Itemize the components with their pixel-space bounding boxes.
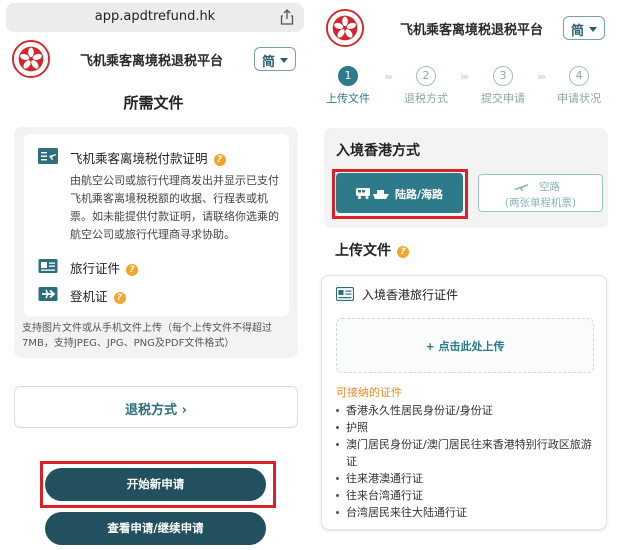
- boarding-pass-icon: [38, 287, 58, 301]
- chevron-double-icon: ›››: [537, 70, 546, 83]
- refund-method-link[interactable]: 退税方式 ›: [14, 386, 298, 428]
- step-number: 4: [569, 66, 589, 86]
- step-number: 1: [338, 66, 358, 86]
- step-submit: 3 提交申请: [473, 66, 533, 106]
- caret-down-icon: [589, 27, 597, 32]
- required-docs-title: 所需文件: [123, 94, 184, 112]
- step-number: 2: [416, 66, 436, 86]
- doc-label: 飞机乘客离境税付款证明?: [70, 148, 226, 167]
- step-upload: 1 上传文件: [318, 66, 378, 106]
- chevron-double-icon: ›››: [460, 70, 469, 83]
- left-screen: app.apdtrefund.hk 飞机乘客离境税退税平台 简 所需文件 飞机乘…: [0, 0, 307, 550]
- upload-support-note: 支持图片文件或从手机文件上传（每个上传文件不得超过7MB，支持JPEG、JPG、…: [22, 323, 272, 349]
- help-icon[interactable]: ?: [397, 246, 409, 258]
- air-button[interactable]: 空路 (两张单程机票): [478, 174, 603, 212]
- chevron-double-icon: ›››: [384, 70, 393, 83]
- docs-list: 飞机乘客离境税付款证明? 由航空公司或旅行代理商发出并显示已支付飞机乘客离境税税…: [24, 134, 289, 316]
- required-docs-box: 飞机乘客离境税付款证明? 由航空公司或旅行代理商发出并显示已支付飞机乘客离境税税…: [14, 127, 298, 358]
- land-sea-button[interactable]: 陆路/海路: [336, 173, 463, 213]
- progress-stepper: 1 上传文件 ››› 2 退税方式 ››› 3 提交申请 ››› 4 申请状况: [314, 66, 620, 110]
- accepted-docs-list: 香港永久性居民身份证/身份证 护照 澳门居民身份证/澳门居民往来香港特别行政区旅…: [336, 402, 598, 521]
- upload-title: 上传文件?: [335, 240, 409, 260]
- list-item: 澳门居民身份证/澳门居民往来香港特别行政区旅游证: [336, 436, 598, 470]
- address-bar[interactable]: app.apdtrefund.hk: [6, 3, 304, 32]
- air-label: 空路: [539, 181, 560, 193]
- list-item: 台湾居民来往大陆通行证: [336, 504, 598, 521]
- list-item: 往来港澳通行证: [336, 470, 598, 487]
- entry-method-box: 入境香港方式 陆路/海路 空路 (两张单程机票): [324, 128, 608, 228]
- app-header: 飞机乘客离境税退税平台 简: [0, 37, 307, 83]
- air-sublabel: (两张单程机票): [504, 197, 577, 209]
- entry-method-title: 入境香港方式: [336, 143, 420, 159]
- help-icon[interactable]: ?: [126, 264, 139, 276]
- receipt-plane-icon: [38, 148, 58, 164]
- app-title: 飞机乘客离境税退税平台: [80, 54, 224, 69]
- hk-emblem-icon: [326, 9, 364, 47]
- upload-card-title: 入境香港旅行证件: [362, 288, 459, 302]
- land-sea-label: 陆路/海路: [395, 188, 444, 201]
- chevron-right-icon: ›: [181, 403, 187, 418]
- list-item: 往来台湾通行证: [336, 487, 598, 504]
- step-label: 提交申请: [481, 92, 525, 105]
- bus-ship-icon: [356, 188, 389, 199]
- upload-dropzone[interactable]: + 点击此处上传: [336, 318, 594, 373]
- doc-label: 旅行证件?: [70, 258, 139, 277]
- step-label: 申请状况: [557, 92, 601, 105]
- url-text: app.apdtrefund.hk: [94, 9, 216, 24]
- id-card-icon: [38, 259, 58, 273]
- app-title: 飞机乘客离境税退税平台: [400, 23, 544, 38]
- list-item: 香港永久性居民身份证/身份证: [336, 402, 598, 419]
- step-refund-method: 2 退税方式: [396, 66, 456, 106]
- help-icon[interactable]: ?: [113, 292, 126, 304]
- language-label: 简: [571, 24, 585, 39]
- travel-document-upload-card: 入境香港旅行证件 + 点击此处上传 可接纳的证件 香港永久性居民身份证/身份证 …: [321, 275, 607, 530]
- step-number: 3: [493, 66, 513, 86]
- language-select[interactable]: 简: [563, 16, 605, 40]
- caret-down-icon: [280, 58, 288, 63]
- share-icon[interactable]: [280, 9, 294, 25]
- start-new-application-button[interactable]: 开始新申请: [45, 468, 266, 501]
- app-header: 飞机乘客离境税退税平台 简: [314, 6, 620, 52]
- hk-emblem-icon: [12, 40, 50, 78]
- help-icon[interactable]: ?: [213, 154, 226, 166]
- language-select[interactable]: 简: [254, 47, 296, 71]
- language-label: 简: [262, 55, 276, 70]
- upload-label: + 点击此处上传: [425, 340, 505, 353]
- step-label: 退税方式: [404, 92, 448, 105]
- step-status: 4 申请状况: [549, 66, 609, 106]
- step-label: 上传文件: [326, 92, 370, 105]
- list-item: 护照: [336, 419, 598, 436]
- payment-proof-description: 由航空公司或旅行代理商发出并显示已支付飞机乘客离境税税额的收据、行程表或机票。如…: [70, 174, 279, 241]
- right-screen: 飞机乘客离境税退税平台 简 1 上传文件 ››› 2 退税方式 ››› 3 提交…: [314, 0, 620, 550]
- id-card-icon: [336, 287, 354, 301]
- accepted-docs-title: 可接纳的证件: [336, 386, 402, 399]
- refund-method-label: 退税方式 ›: [125, 403, 187, 418]
- view-continue-application-button[interactable]: 查看申请/继续申请: [45, 512, 266, 545]
- doc-label: 登机证?: [70, 286, 126, 305]
